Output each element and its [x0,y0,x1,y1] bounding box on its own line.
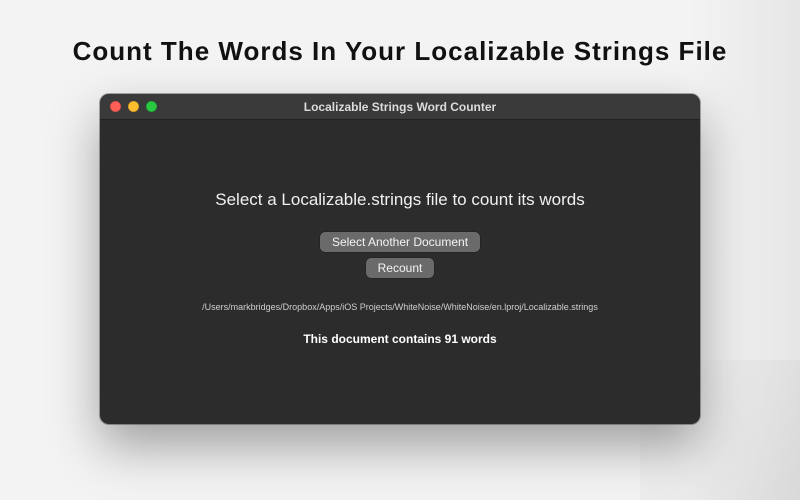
instruction-headline: Select a Localizable.strings file to cou… [215,190,584,210]
page-title: Count The Words In Your Localizable Stri… [0,36,800,67]
select-document-button[interactable]: Select Another Document [320,232,480,252]
window-title: Localizable Strings Word Counter [100,100,700,114]
recount-button[interactable]: Recount [366,258,435,278]
file-path-label: /Users/markbridges/Dropbox/Apps/iOS Proj… [202,302,598,312]
app-window: Localizable Strings Word Counter Select … [100,94,700,424]
word-count-result: This document contains 91 words [303,332,496,346]
window-content: Select a Localizable.strings file to cou… [100,120,700,424]
window-titlebar[interactable]: Localizable Strings Word Counter [100,94,700,120]
